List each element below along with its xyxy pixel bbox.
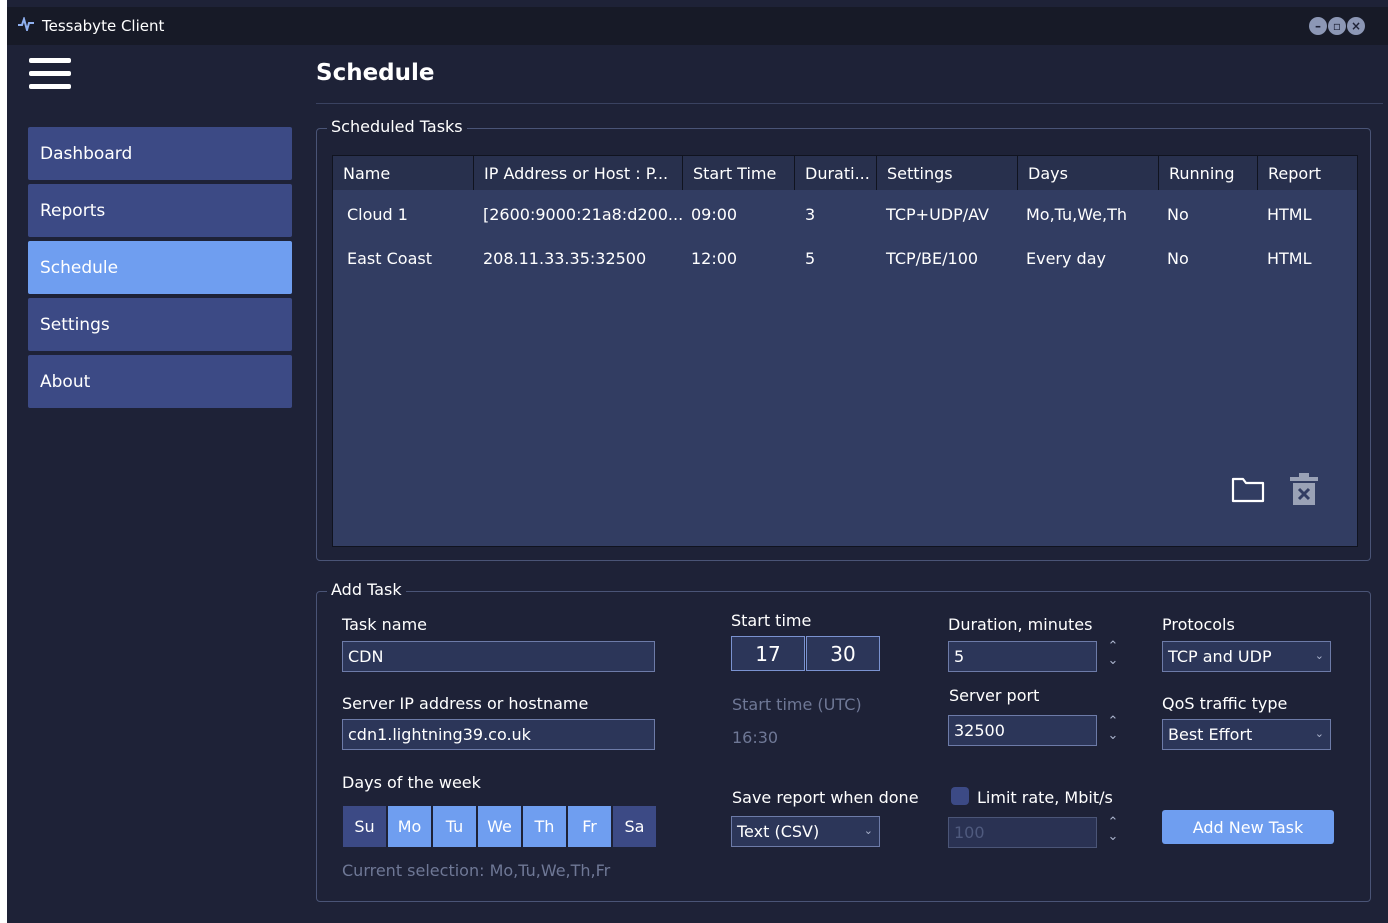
sidebar-item-label: About	[40, 371, 91, 392]
maximize-button[interactable]: ▫	[1328, 17, 1346, 35]
cell-start-time: 09:00	[691, 204, 738, 224]
sidebar-item-dashboard[interactable]: Dashboard	[28, 127, 292, 180]
save-report-value: Text (CSV)	[737, 822, 820, 841]
hamburger-menu-icon[interactable]	[29, 58, 71, 96]
server-port-input[interactable]: 32500	[948, 715, 1097, 746]
title-bar: Tessabyte Client – ▫ ×	[7, 7, 1388, 45]
start-utc-label: Start time (UTC)	[732, 695, 862, 714]
protocols-value: TCP and UDP	[1168, 647, 1272, 666]
sidebar-item-reports[interactable]: Reports	[28, 184, 292, 237]
duration-input[interactable]: 5	[948, 641, 1097, 672]
current-selection-text: Current selection: Mo,Tu,We,Th,Fr	[342, 861, 611, 880]
task-name-label: Task name	[342, 615, 427, 634]
group-title: Add Task	[327, 580, 406, 599]
cell-settings: TCP/BE/100	[886, 248, 979, 268]
table-row[interactable]: Cloud 1 [2600:9000:21a8:d200... 09:00 3 …	[333, 192, 1357, 236]
qos-select[interactable]: Best Effort ⌄	[1162, 719, 1331, 750]
server-label: Server IP address or hostname	[342, 694, 589, 713]
cell-name: East Coast	[347, 248, 432, 268]
sidebar-item-label: Schedule	[40, 257, 119, 278]
cell-days: Every day	[1026, 248, 1106, 268]
limit-rate-label: Limit rate, Mbit/s	[977, 788, 1113, 807]
save-report-label: Save report when done	[732, 788, 919, 807]
day-toggle-su[interactable]: Su	[343, 806, 386, 847]
divider	[316, 103, 1383, 104]
cell-running: No	[1167, 204, 1189, 224]
column-header-host[interactable]: IP Address or Host : P...	[474, 156, 683, 190]
chevron-down-icon: ⌄	[863, 824, 873, 837]
protocols-select[interactable]: TCP and UDP ⌄	[1162, 641, 1331, 672]
limit-rate-checkbox[interactable]	[951, 787, 969, 805]
day-toggle-mo[interactable]: Mo	[388, 806, 431, 847]
folder-icon[interactable]	[1231, 474, 1265, 504]
cell-host: [2600:9000:21a8:d200...	[483, 204, 683, 224]
cell-settings: TCP+UDP/AV	[886, 204, 989, 224]
sidebar-item-label: Settings	[40, 314, 110, 335]
server-port-label: Server port	[949, 686, 1040, 705]
day-toggle-sa[interactable]: Sa	[613, 806, 656, 847]
trash-icon[interactable]	[1288, 471, 1320, 507]
scheduled-tasks-group: Scheduled Tasks Name IP Address or Host …	[316, 117, 1371, 561]
minimize-button[interactable]: –	[1309, 17, 1327, 35]
page-title: Schedule	[316, 60, 435, 86]
cell-start-time: 12:00	[691, 248, 738, 268]
chevron-down-icon: ⌄	[1314, 649, 1324, 662]
days-label: Days of the week	[342, 773, 481, 792]
limit-rate-input[interactable]: 100	[948, 817, 1097, 848]
app-logo-icon	[18, 15, 38, 35]
cell-report: HTML	[1267, 204, 1312, 224]
start-time-label: Start time	[731, 611, 812, 630]
column-header-duration[interactable]: Durati...	[795, 156, 877, 190]
window-title: Tessabyte Client	[42, 17, 165, 35]
table-header: Name IP Address or Host : P... Start Tim…	[333, 156, 1357, 190]
cell-report: HTML	[1267, 248, 1312, 268]
day-toggle-tu[interactable]: Tu	[433, 806, 476, 847]
add-new-task-button[interactable]: Add New Task	[1162, 810, 1334, 844]
protocols-label: Protocols	[1162, 615, 1235, 634]
cell-running: No	[1167, 248, 1189, 268]
qos-value: Best Effort	[1168, 725, 1253, 744]
task-name-input[interactable]: CDN	[342, 641, 655, 672]
cell-host: 208.11.33.35:32500	[483, 248, 647, 268]
column-header-running[interactable]: Running	[1159, 156, 1258, 190]
column-header-name[interactable]: Name	[333, 156, 474, 190]
column-header-report[interactable]: Report	[1258, 156, 1357, 190]
cell-name: Cloud 1	[347, 204, 408, 224]
sidebar-item-label: Reports	[40, 200, 106, 221]
duration-spinner[interactable]: ⌃ ⌄	[1106, 640, 1120, 672]
server-port-spinner[interactable]: ⌃ ⌄	[1106, 715, 1120, 747]
column-header-days[interactable]: Days	[1018, 156, 1159, 190]
limit-rate-spinner[interactable]: ⌃ ⌄	[1106, 816, 1120, 848]
duration-label: Duration, minutes	[948, 615, 1093, 634]
sidebar-item-about[interactable]: About	[28, 355, 292, 408]
start-utc-value: 16:30	[732, 728, 779, 747]
start-minute-input[interactable]: 30	[806, 636, 880, 671]
column-header-settings[interactable]: Settings	[877, 156, 1018, 190]
group-title: Scheduled Tasks	[327, 117, 467, 136]
tasks-table[interactable]: Name IP Address or Host : P... Start Tim…	[332, 155, 1358, 547]
table-row[interactable]: East Coast 208.11.33.35:32500 12:00 5 TC…	[333, 236, 1357, 280]
sidebar: Dashboard Reports Schedule Settings Abou…	[28, 127, 292, 412]
sidebar-item-settings[interactable]: Settings	[28, 298, 292, 351]
cell-duration: 5	[805, 248, 816, 268]
sidebar-item-schedule[interactable]: Schedule	[28, 241, 292, 294]
window-edge	[0, 0, 7, 923]
save-report-select[interactable]: Text (CSV) ⌄	[731, 816, 880, 847]
cell-days: Mo,Tu,We,Th	[1026, 204, 1127, 224]
qos-label: QoS traffic type	[1162, 694, 1288, 713]
column-header-start-time[interactable]: Start Time	[683, 156, 795, 190]
start-hour-input[interactable]: 17	[731, 636, 805, 671]
day-toggle-we[interactable]: We	[478, 806, 521, 847]
server-input[interactable]: cdn1.lightning39.co.uk	[342, 719, 655, 750]
sidebar-item-label: Dashboard	[40, 143, 133, 164]
cell-duration: 3	[805, 204, 816, 224]
day-toggle-th[interactable]: Th	[523, 806, 566, 847]
close-button[interactable]: ×	[1347, 17, 1365, 35]
day-toggle-fr[interactable]: Fr	[568, 806, 611, 847]
chevron-down-icon: ⌄	[1314, 727, 1324, 740]
